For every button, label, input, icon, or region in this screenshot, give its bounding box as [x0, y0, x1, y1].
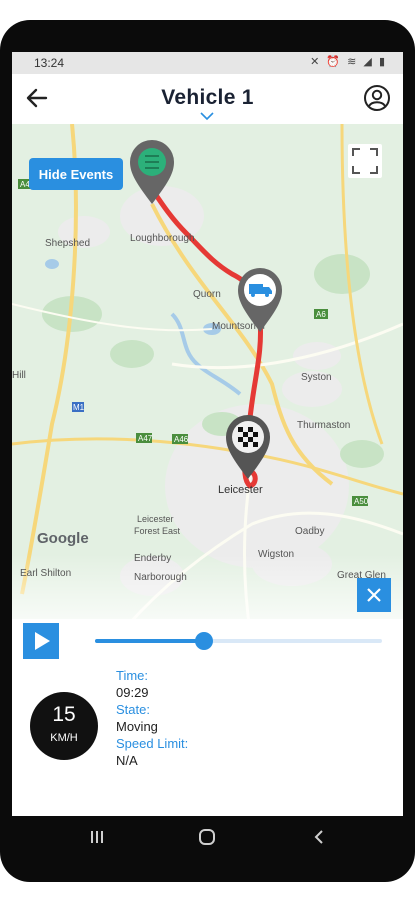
home-icon[interactable] — [198, 828, 216, 846]
app-header: Vehicle 1 — [12, 74, 403, 124]
road-a6: A6 — [316, 310, 326, 319]
google-logo: Google — [37, 530, 89, 547]
hide-events-button[interactable]: Hide Events — [29, 158, 123, 190]
speed-indicator: 15 KM/H — [30, 692, 98, 760]
map-view[interactable]: Loughborough Shepshed Quorn Mountsorrel … — [12, 124, 403, 644]
recent-apps-icon[interactable] — [88, 828, 106, 846]
place-oadby: Oadby — [295, 526, 324, 537]
battery-icon: ▮ — [378, 56, 387, 68]
app-screen: 13:24 ✕ ⏰ ≋ ◢ ▮ Vehicle 1 Loughborough S… — [12, 52, 403, 816]
playback-panel: 15 KM/H Time: 09:29 State: Moving Speed … — [12, 619, 403, 816]
place-earl-shilton: Earl Shilton — [20, 568, 71, 579]
alarm-icon: ⏰ — [326, 56, 343, 68]
place-leicester: Leicester — [218, 484, 263, 496]
page-title[interactable]: Vehicle 1 — [12, 86, 403, 110]
close-button[interactable] — [357, 578, 391, 612]
phone-frame: 13:24 ✕ ⏰ ≋ ◢ ▮ Vehicle 1 Loughborough S… — [0, 20, 415, 882]
place-hill: Hill — [12, 370, 26, 381]
profile-icon[interactable] — [363, 84, 391, 112]
road-a50: A47 — [138, 434, 153, 443]
place-narborough: Narborough — [134, 572, 187, 583]
status-icons: ✕ ⏰ ≋ ◢ ▮ — [310, 55, 387, 68]
time-value: 09:29 — [116, 685, 149, 700]
speed-limit-label: Speed Limit: — [116, 736, 189, 751]
map-canvas[interactable]: Loughborough Shepshed Quorn Mountsorrel … — [12, 124, 403, 644]
road-a46: A46 — [174, 435, 189, 444]
place-thurmaston: Thurmaston — [297, 420, 350, 431]
chevron-down-icon[interactable] — [199, 111, 215, 121]
speed-value: 15 — [52, 703, 76, 726]
playback-slider-fill — [95, 639, 205, 643]
time-label: Time: — [116, 668, 149, 683]
place-loughborough: Loughborough — [130, 233, 195, 244]
fullscreen-button[interactable] — [348, 144, 382, 178]
road-m1: M1 — [73, 403, 85, 412]
fullscreen-icon — [352, 148, 378, 174]
wifi-icon: ≋ — [347, 56, 359, 68]
close-icon — [367, 588, 381, 602]
place-enderby: Enderby — [134, 553, 171, 564]
status-bar: 13:24 ✕ ⏰ ≋ ◢ ▮ — [12, 52, 403, 74]
place-wigston: Wigston — [258, 549, 294, 560]
road-a47: A50 — [354, 497, 369, 506]
place-leicester-forest-east-l1: Leicester — [137, 514, 174, 524]
system-back-icon[interactable] — [310, 828, 328, 846]
state-label: State: — [116, 702, 150, 717]
place-shepshed: Shepshed — [45, 238, 90, 249]
place-syston: Syston — [301, 372, 332, 383]
status-time: 13:24 — [34, 56, 65, 70]
speed-limit-value: N/A — [116, 753, 138, 768]
play-icon — [35, 632, 50, 650]
state-value: Moving — [116, 719, 158, 734]
trip-info: Time: 09:29 State: Moving Speed Limit: N… — [116, 667, 188, 769]
mute-icon: ✕ — [310, 56, 322, 68]
speed-unit: KM/H — [50, 732, 78, 744]
playback-slider-thumb[interactable] — [195, 632, 214, 650]
play-button[interactable] — [23, 623, 59, 659]
playback-slider[interactable] — [95, 632, 382, 650]
place-leicester-forest-east-l2: Forest East — [134, 526, 181, 536]
place-quorn: Quorn — [193, 289, 221, 300]
system-nav-bar — [0, 816, 415, 866]
signal-icon: ◢ — [363, 56, 374, 68]
